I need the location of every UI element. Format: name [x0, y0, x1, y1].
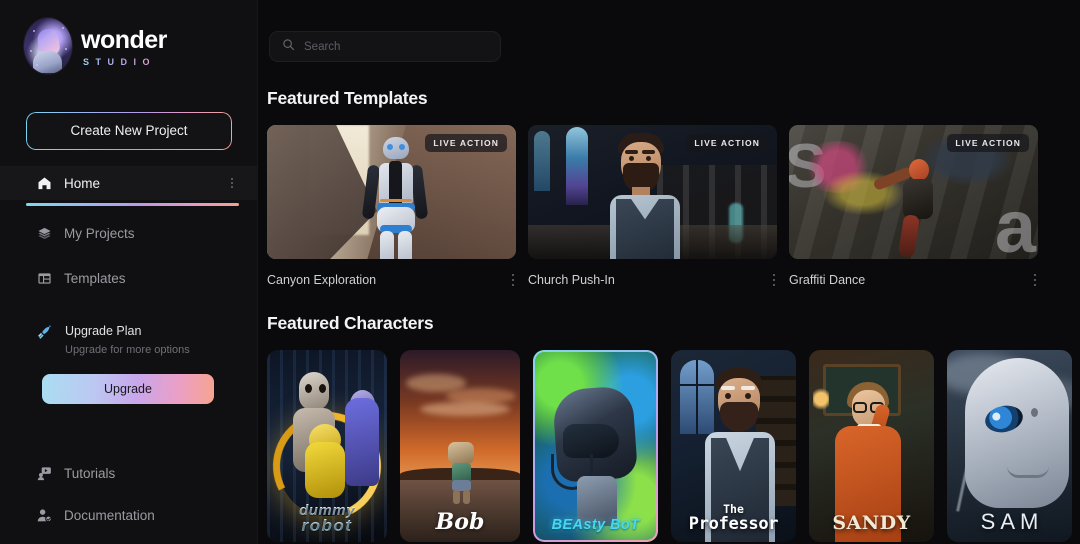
sidebar-item-label: Templates [64, 271, 126, 286]
featured-characters-row: dummy robot Bob BEAsty BoT The Professor… [267, 350, 1072, 542]
character-card[interactable]: Bob [400, 350, 520, 542]
wonder-studio-app: wonder STUDIO Create New Project Home My… [0, 0, 1080, 544]
home-kebab-icon[interactable] [231, 178, 233, 188]
featured-templates-row: LIVE ACTION Canyon Exploration LIVE ACTI… [267, 125, 1038, 295]
character-card[interactable]: SANDY [809, 350, 934, 542]
character-card-selected[interactable]: BEAsty BoT [533, 350, 658, 542]
character-name: SANDY [832, 512, 911, 534]
sidebar-item-tutorials[interactable]: Tutorials [0, 452, 257, 494]
character-card[interactable]: The Professor [671, 350, 796, 542]
home-icon [36, 175, 52, 191]
brand-name: wonder [81, 25, 167, 54]
sidebar-item-documentation[interactable]: Documentation [0, 494, 257, 536]
character-name-line2: robot [301, 516, 353, 535]
character-name: Bob [435, 509, 485, 535]
template-name: Graffiti Dance [789, 273, 866, 287]
character-name: BEAsty BoT [551, 517, 640, 533]
template-name: Church Push-In [528, 273, 615, 287]
upgrade-button[interactable]: Upgrade [42, 373, 214, 404]
sidebar-item-home[interactable]: Home [0, 166, 257, 200]
person-doc-icon [36, 507, 52, 523]
beasty-bot-artwork [533, 350, 658, 542]
template-name: Canyon Exploration [267, 273, 377, 287]
template-thumbnail[interactable]: LIVE ACTION [528, 125, 777, 259]
template-badge: LIVE ACTION [947, 134, 1029, 152]
template-badge: LIVE ACTION [425, 134, 507, 152]
character-name-line2: Professor [688, 514, 779, 534]
tutorial-video-icon [36, 465, 52, 481]
character-card[interactable]: SAM [947, 350, 1072, 542]
secondary-nav: Tutorials Documentation [0, 452, 257, 544]
template-badge: LIVE ACTION [686, 134, 768, 152]
sidebar-item-label: Home [64, 175, 101, 191]
upgrade-plan-card: Upgrade Plan Upgrade for more options Up… [26, 324, 232, 404]
wonder-avatar-icon [24, 18, 72, 74]
character-name: SAM [980, 509, 1044, 534]
sidebar-item-templates[interactable]: Templates [0, 262, 257, 296]
search-input[interactable]: Search [269, 31, 501, 62]
template-kebab-icon[interactable] [771, 270, 778, 291]
search-icon [282, 38, 295, 56]
character-name: dummy robot [267, 503, 387, 535]
sidebar-item-label: Tutorials [64, 465, 116, 481]
upgrade-subtitle: Upgrade for more options [65, 343, 190, 356]
template-card[interactable]: LIVE ACTION Church Push-In [528, 125, 777, 295]
primary-nav: Home My Projects Templates [0, 166, 257, 296]
create-new-project-button[interactable]: Create New Project [26, 112, 232, 150]
featured-templates-heading: Featured Templates [267, 88, 428, 108]
brand-tagline: STUDIO [83, 57, 167, 67]
character-name: The Professor [671, 503, 796, 534]
search-placeholder: Search [304, 40, 341, 53]
sidebar-item-my-projects[interactable]: My Projects [0, 217, 257, 251]
sidebar-item-label: Documentation [64, 507, 155, 523]
template-card[interactable]: Sa LIVE ACTION Graffiti Dance [789, 125, 1038, 295]
rocket-icon [36, 324, 53, 346]
character-card[interactable]: dummy robot [267, 350, 387, 542]
template-thumbnail[interactable]: Sa LIVE ACTION [789, 125, 1038, 259]
template-kebab-icon[interactable] [1032, 270, 1039, 291]
layers-icon [36, 226, 52, 242]
template-thumbnail[interactable]: LIVE ACTION [267, 125, 516, 259]
template-kebab-icon[interactable] [510, 270, 517, 291]
featured-characters-heading: Featured Characters [267, 313, 434, 333]
main-content: Search Featured Templates LIVE ACTION Ca… [258, 0, 1080, 544]
brand-logo[interactable]: wonder STUDIO [0, 0, 257, 74]
sidebar-item-label: My Projects [64, 226, 135, 241]
templates-grid-icon [36, 271, 52, 287]
template-card[interactable]: LIVE ACTION Canyon Exploration [267, 125, 516, 295]
upgrade-title: Upgrade Plan [65, 323, 142, 338]
sidebar: wonder STUDIO Create New Project Home My… [0, 0, 258, 544]
